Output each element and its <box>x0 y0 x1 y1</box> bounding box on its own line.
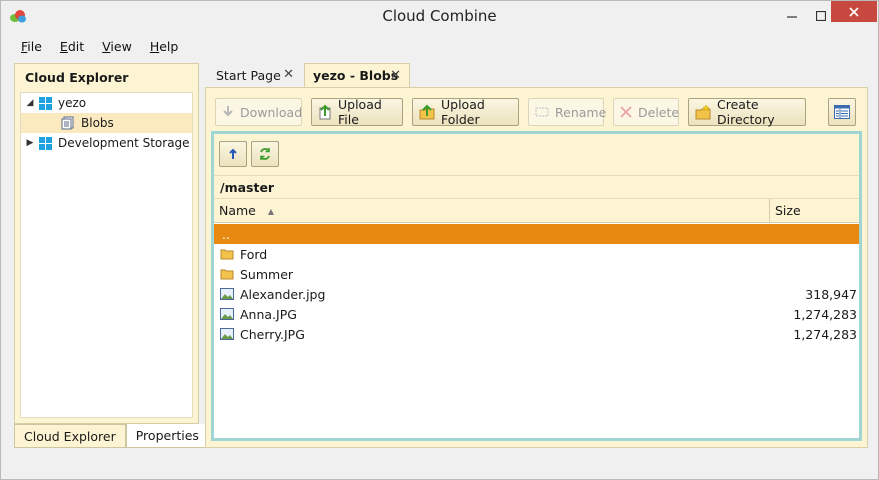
tree-item-yezo[interactable]: ◢ yezo <box>21 93 192 113</box>
tab-cloud-explorer[interactable]: Cloud Explorer <box>14 424 126 448</box>
details-view-icon <box>834 105 850 119</box>
rename-button[interactable]: Rename <box>528 98 607 126</box>
close-tab-icon[interactable]: ✕ <box>283 67 294 82</box>
close-tab-icon[interactable]: ✕ <box>390 68 401 83</box>
tab-properties[interactable]: Properties <box>125 424 209 448</box>
list-item-folder[interactable]: Summer <box>214 264 859 284</box>
image-file-icon <box>220 308 234 320</box>
chevron-right-icon[interactable]: ▶ <box>25 138 35 148</box>
download-label: Download <box>240 104 303 120</box>
menu-edit-label: dit <box>67 39 85 54</box>
close-button[interactable] <box>831 1 877 22</box>
file-name: .. <box>222 226 230 242</box>
menu-edit[interactable]: Edit <box>48 37 90 57</box>
path-breadcrumb: /master <box>214 175 859 199</box>
menu-help-label: elp <box>159 39 179 54</box>
tab-label: yezo - Blobs <box>313 68 399 83</box>
download-icon <box>222 104 234 120</box>
file-size: 1,274,283 <box>793 327 857 342</box>
delete-icon <box>620 104 632 120</box>
menu-file-label: ile <box>27 39 42 54</box>
delete-label: Delete <box>638 104 680 120</box>
tab-start-page[interactable]: Start Page ✕ <box>206 63 302 87</box>
list-item-parent[interactable]: .. <box>214 224 859 244</box>
list-item-folder[interactable]: Ford <box>214 244 859 264</box>
file-name: Alexander.jpg <box>240 286 326 302</box>
menu-view[interactable]: View <box>90 37 138 57</box>
file-name: Anna.JPG <box>240 306 297 322</box>
minimize-button[interactable] <box>778 1 806 30</box>
tree-item-label: Blobs <box>81 116 114 130</box>
file-list: .. Ford Summer Alexander.jpg 318,947 Ann… <box>214 224 859 344</box>
maximize-icon <box>816 10 826 21</box>
menu-bar: File Edit View Help <box>9 37 184 57</box>
file-name: Ford <box>240 246 268 262</box>
rename-label: Rename <box>555 104 607 120</box>
new-folder-icon <box>695 104 711 120</box>
tree-item-development-storage[interactable]: ▶ Development Storage <box>21 133 192 153</box>
minimize-icon <box>787 15 797 18</box>
image-file-icon <box>220 288 234 300</box>
close-icon <box>849 6 859 17</box>
delete-button[interactable]: Delete <box>613 98 679 126</box>
tab-label: Start Page <box>216 67 281 83</box>
browser-nav-bar <box>214 134 859 175</box>
list-item-file[interactable]: Alexander.jpg 318,947 <box>214 284 859 304</box>
column-name-header[interactable]: Name ▲ <box>214 199 769 222</box>
upload-file-icon <box>318 104 332 120</box>
refresh-icon <box>260 148 270 160</box>
column-name-label: Name <box>219 203 256 218</box>
column-size-label: Size <box>775 203 801 218</box>
folder-icon <box>220 249 234 260</box>
title-bar: Cloud Combine <box>1 1 878 32</box>
image-file-icon <box>220 328 234 340</box>
create-directory-label: Create Directory <box>717 97 775 127</box>
menu-help[interactable]: Help <box>138 37 185 57</box>
tab-yezo-blobs[interactable]: yezo - Blobs ✕ <box>304 63 410 87</box>
file-name: Summer <box>240 266 294 282</box>
windows-azure-icon <box>39 136 52 150</box>
tree-item-label: yezo <box>58 96 87 110</box>
column-size-header[interactable]: Size <box>769 199 859 222</box>
upload-file-label: Upload File <box>338 97 382 127</box>
file-size: 318,947 <box>805 287 857 302</box>
file-browser: /master Name ▲ Size .. Ford Summer Alexa… <box>211 131 862 441</box>
blob-container-icon <box>61 116 74 130</box>
refresh-button[interactable] <box>251 141 279 167</box>
column-header: Name ▲ Size <box>214 199 859 223</box>
upload-folder-label: Upload Folder <box>441 97 485 127</box>
file-name: Cherry.JPG <box>240 326 305 342</box>
upload-file-button[interactable]: Upload File <box>311 97 403 127</box>
menu-edit-accel: E <box>59 39 68 54</box>
create-directory-button[interactable]: Create Directory <box>688 97 806 127</box>
arrow-up-icon <box>229 148 237 159</box>
chevron-down-icon[interactable]: ◢ <box>25 98 35 108</box>
file-size: 1,274,283 <box>793 307 857 322</box>
tree-item-blobs[interactable]: Blobs <box>21 113 192 133</box>
upload-folder-icon <box>419 104 435 120</box>
window-title: Cloud Combine <box>382 7 497 25</box>
cloud-explorer-panel: Cloud Explorer ◢ yezo Blobs ▶ Developmen… <box>14 63 199 424</box>
menu-view-label: iew <box>110 39 132 54</box>
sort-ascending-icon: ▲ <box>267 207 275 216</box>
rename-icon <box>535 104 549 120</box>
list-item-file[interactable]: Cherry.JPG 1,274,283 <box>214 324 859 344</box>
menu-file[interactable]: File <box>9 37 48 57</box>
blob-browser-panel: Download Upload File Upload Folder Renam… <box>205 87 868 448</box>
go-up-button[interactable] <box>219 141 247 167</box>
cloud-explorer-title: Cloud Explorer <box>25 70 129 85</box>
menu-help-accel: H <box>149 39 160 54</box>
download-button[interactable]: Download <box>215 98 302 126</box>
left-panel-tabs: Cloud Explorer Properties <box>14 424 209 448</box>
app-window: Cloud Combine File Edit View Help Cloud … <box>0 0 879 480</box>
details-view-button[interactable] <box>828 98 856 126</box>
windows-azure-icon <box>39 96 52 110</box>
folder-icon <box>220 269 234 280</box>
tree-item-label: Development Storage <box>58 136 190 150</box>
list-item-file[interactable]: Anna.JPG 1,274,283 <box>214 304 859 324</box>
upload-folder-button[interactable]: Upload Folder <box>412 97 519 127</box>
explorer-tree: ◢ yezo Blobs ▶ Development Storage <box>20 92 193 418</box>
